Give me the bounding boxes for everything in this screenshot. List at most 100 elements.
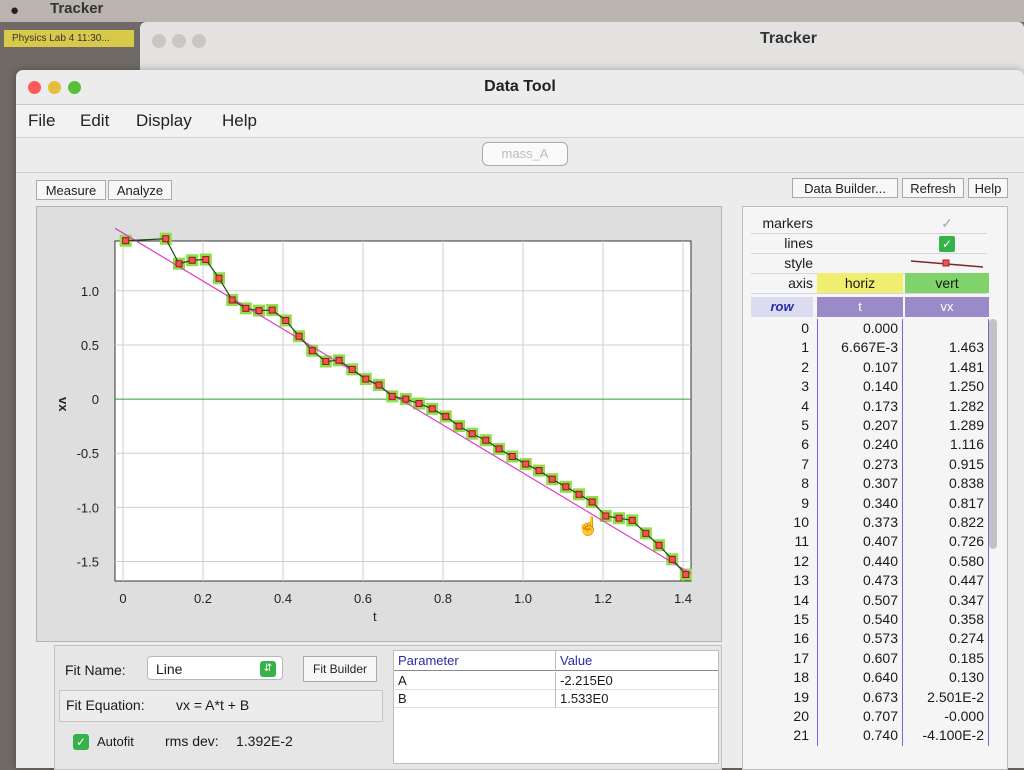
table-row[interactable]: 14 0.507 0.347 xyxy=(751,590,989,610)
table-cell-vx[interactable]: 0.130 xyxy=(905,668,989,688)
table-cell-row[interactable]: 21 xyxy=(751,726,813,745)
table-row[interactable]: 15 0.540 0.358 xyxy=(751,610,989,630)
table-cell-vx[interactable]: 0.838 xyxy=(905,474,989,494)
title-bar[interactable]: Data Tool xyxy=(16,70,1024,105)
table-cell-t[interactable]: 0.173 xyxy=(817,396,903,416)
table-row[interactable]: 17 0.607 0.185 xyxy=(751,648,989,669)
table-cell-vx[interactable]: 0.358 xyxy=(905,610,989,630)
table-cell-t[interactable]: 6.667E-3 xyxy=(817,338,903,358)
markers-check-icon[interactable]: ✓ xyxy=(905,213,989,233)
table-cell-vx[interactable]: 0.185 xyxy=(905,648,989,669)
table-row[interactable]: 7 0.273 0.915 xyxy=(751,454,989,475)
table-row[interactable]: 9 0.340 0.817 xyxy=(751,493,989,513)
table-cell-t[interactable]: 0.307 xyxy=(817,474,903,494)
row-column-header[interactable]: row xyxy=(751,297,813,317)
table-row[interactable]: 2 0.107 1.481 xyxy=(751,357,989,378)
table-row[interactable]: 5 0.207 1.289 xyxy=(751,416,989,436)
help-button[interactable]: Help xyxy=(968,178,1008,198)
table-cell-row[interactable]: 10 xyxy=(751,513,813,532)
table-cell-t[interactable]: 0.740 xyxy=(817,726,903,746)
style-swatch-icon[interactable] xyxy=(905,253,989,273)
table-cell-vx[interactable]: 0.817 xyxy=(905,493,989,513)
table-cell-row[interactable]: 2 xyxy=(751,358,813,377)
table-cell-row[interactable]: 16 xyxy=(751,629,813,648)
table-cell-vx[interactable]: 1.282 xyxy=(905,396,989,416)
table-cell-t[interactable]: 0.207 xyxy=(817,416,903,436)
table-cell-row[interactable]: 17 xyxy=(751,649,813,668)
table-row[interactable]: 0 0.000 xyxy=(751,319,989,339)
table-cell-vx[interactable]: 0.447 xyxy=(905,571,989,591)
table-cell-row[interactable]: 12 xyxy=(751,552,813,571)
table-cell-row[interactable]: 18 xyxy=(751,668,813,687)
t-column-header[interactable]: t xyxy=(817,297,903,317)
table-cell-t[interactable]: 0.407 xyxy=(817,532,903,552)
table-cell-vx[interactable]: 1.250 xyxy=(905,377,989,397)
table-cell-row[interactable]: 8 xyxy=(751,474,813,493)
menu-edit[interactable]: Edit xyxy=(80,111,109,131)
table-cell-t[interactable]: 0.573 xyxy=(817,629,903,649)
table-row[interactable]: 1 6.667E-3 1.463 xyxy=(751,338,989,358)
table-cell-row[interactable]: 13 xyxy=(751,571,813,590)
param-value-a[interactable]: -2.215E0 xyxy=(556,672,718,690)
table-row[interactable]: 10 0.373 0.822 xyxy=(751,513,989,533)
table-cell-t[interactable]: 0.507 xyxy=(817,590,903,610)
table-cell-vx[interactable]: 2.501E-2 xyxy=(905,687,989,707)
data-builder-button[interactable]: Data Builder... xyxy=(792,178,898,198)
table-cell-row[interactable]: 4 xyxy=(751,397,813,416)
plot-panel[interactable]: 0 0.2 0.4 0.6 0.8 1.0 1.2 1.4 1.0 0.5 0 -0.5 -1.0 -1.… xyxy=(36,206,722,642)
table-cell-t[interactable]: 0.000 xyxy=(817,319,903,339)
axis-horiz-cell[interactable]: horiz xyxy=(817,273,903,293)
table-row[interactable]: 8 0.307 0.838 xyxy=(751,474,989,494)
table-cell-t[interactable]: 0.707 xyxy=(817,707,903,727)
table-cell-row[interactable]: 14 xyxy=(751,591,813,610)
table-cell-vx[interactable]: 0.580 xyxy=(905,551,989,572)
app-name[interactable]: Tracker xyxy=(50,0,103,17)
table-cell-t[interactable]: 0.440 xyxy=(817,551,903,572)
table-cell-vx[interactable]: 0.726 xyxy=(905,532,989,552)
table-cell-vx[interactable]: 0.915 xyxy=(905,454,989,475)
analyze-button[interactable]: Analyze xyxy=(108,180,172,200)
table-cell-row[interactable]: 15 xyxy=(751,610,813,629)
document-tab[interactable]: Physics Lab 4 11:30... xyxy=(4,30,134,47)
table-cell-t[interactable]: 0.473 xyxy=(817,571,903,591)
table-cell-t[interactable]: 0.340 xyxy=(817,493,903,513)
table-cell-vx[interactable]: 0.274 xyxy=(905,629,989,649)
table-cell-t[interactable]: 0.240 xyxy=(817,435,903,455)
table-cell-t[interactable]: 0.607 xyxy=(817,648,903,669)
menu-display[interactable]: Display xyxy=(136,111,192,131)
table-row[interactable]: 20 0.707 -0.000 xyxy=(751,707,989,727)
table-cell-vx[interactable]: 0.822 xyxy=(905,513,989,533)
table-row[interactable]: 18 0.640 0.130 xyxy=(751,668,989,688)
table-row[interactable]: 12 0.440 0.580 xyxy=(751,551,989,572)
vx-vs-t-plot[interactable]: 0 0.2 0.4 0.6 0.8 1.0 1.2 1.4 1.0 0.5 0 -0.5 -1.0 -1.… xyxy=(37,207,721,641)
vx-column-header[interactable]: vx xyxy=(905,297,989,317)
table-row[interactable]: 4 0.173 1.282 xyxy=(751,396,989,416)
table-cell-row[interactable]: 0 xyxy=(751,319,813,338)
table-cell-row[interactable]: 3 xyxy=(751,377,813,396)
parameter-table[interactable]: Parameter Value A -2.215E0 B 1.533E0 xyxy=(393,650,719,764)
table-cell-t[interactable]: 0.273 xyxy=(817,454,903,475)
table-cell-t[interactable]: 0.640 xyxy=(817,668,903,688)
table-scrollbar[interactable] xyxy=(989,319,997,549)
axis-vert-cell[interactable]: vert xyxy=(905,273,989,293)
dataset-tab[interactable]: mass_A xyxy=(482,142,568,166)
table-row[interactable]: 13 0.473 0.447 xyxy=(751,571,989,591)
table-cell-row[interactable]: 9 xyxy=(751,494,813,513)
table-cell-row[interactable]: 19 xyxy=(751,688,813,707)
table-cell-vx[interactable]: 0.347 xyxy=(905,590,989,610)
table-cell-vx[interactable]: -4.100E-2 xyxy=(905,726,989,746)
refresh-button[interactable]: Refresh xyxy=(902,178,964,198)
measure-button[interactable]: Measure xyxy=(36,180,106,200)
table-cell-vx[interactable]: -0.000 xyxy=(905,707,989,727)
apple-icon[interactable]: ● xyxy=(10,2,19,19)
table-cell-t[interactable]: 0.540 xyxy=(817,610,903,630)
table-cell-row[interactable]: 1 xyxy=(751,338,813,357)
lines-checkbox[interactable]: ✓ xyxy=(905,233,989,253)
table-row[interactable]: 6 0.240 1.116 xyxy=(751,435,989,455)
table-row[interactable]: 11 0.407 0.726 xyxy=(751,532,989,552)
table-row[interactable]: 16 0.573 0.274 xyxy=(751,629,989,649)
table-cell-t[interactable]: 0.107 xyxy=(817,357,903,378)
table-cell-row[interactable]: 20 xyxy=(751,707,813,726)
table-cell-row[interactable]: 5 xyxy=(751,416,813,435)
table-cell-row[interactable]: 6 xyxy=(751,435,813,454)
